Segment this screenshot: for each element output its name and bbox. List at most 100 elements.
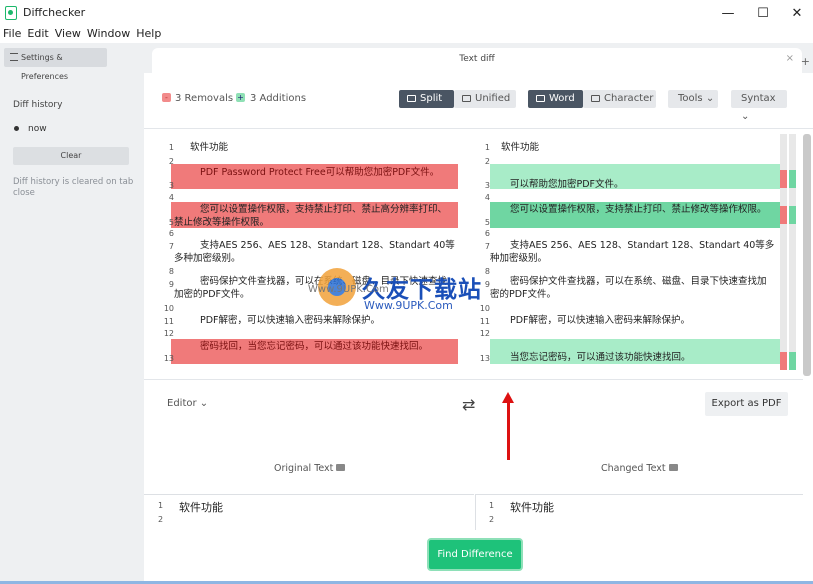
- line-number: 13: [479, 354, 490, 363]
- word-icon: [536, 94, 545, 102]
- removal-minus-icon: -: [162, 93, 171, 102]
- line-number: 6: [168, 229, 174, 238]
- additions-count: 3 Additions: [250, 93, 307, 104]
- export-pdf-button[interactable]: Export as PDF: [705, 392, 788, 416]
- unified-label: Unified: [475, 93, 511, 104]
- editor-dropdown[interactable]: Editor ⌄: [167, 398, 208, 409]
- vertical-scrollbar[interactable]: [803, 134, 811, 376]
- line-number: 8: [168, 267, 174, 276]
- minimize-button[interactable]: —: [711, 0, 745, 27]
- right-line: 支持AES 256、AES 128、Standart 128、Standart …: [490, 240, 775, 264]
- unified-view-button[interactable]: Unified: [454, 90, 516, 108]
- new-tab-button[interactable]: +: [801, 55, 810, 68]
- maximize-button[interactable]: ☐: [746, 0, 780, 27]
- line-number: 12: [163, 329, 174, 338]
- right-minimap[interactable]: [789, 134, 796, 370]
- left-line: 支持AES 256、AES 128、Standart 128、Standart …: [174, 240, 455, 264]
- chevron-down-icon: ⌄: [199, 398, 209, 409]
- settings-preferences-label: Settings & Preferences: [21, 53, 69, 81]
- tab-strip: Text diff × +: [144, 43, 813, 73]
- tab-title: Text diff: [459, 54, 495, 64]
- split-label: Split: [420, 93, 443, 104]
- left-line: 密码找回，当您忘记密码，可以通过该功能快速找回。: [200, 341, 429, 352]
- menu-edit[interactable]: Edit: [24, 27, 51, 41]
- split-icon: [407, 94, 416, 102]
- sliders-icon: [10, 53, 18, 61]
- line-number: 1: [168, 143, 174, 152]
- line-number: 12: [479, 329, 490, 338]
- original-text-label-text: Original Text: [274, 463, 334, 474]
- diff-history-heading: Diff history: [13, 100, 63, 110]
- left-minimap[interactable]: [780, 134, 787, 370]
- history-item-now[interactable]: now: [28, 124, 47, 134]
- line-number: 1: [484, 143, 490, 152]
- title-bar: Diffchecker — ☐ ✕: [0, 0, 813, 27]
- word-mode-button[interactable]: Word: [528, 90, 583, 108]
- addition-plus-icon: +: [236, 93, 245, 102]
- line-number: 7: [484, 242, 490, 251]
- watermark-url-small: Www.9UPK.Com: [308, 284, 389, 295]
- diff-result-pane: 1 软件功能 2 3 PDF Password Protect Free可以帮助…: [144, 128, 813, 379]
- line-number: 11: [163, 317, 174, 326]
- find-difference-button[interactable]: Find Difference: [427, 538, 523, 571]
- chevron-down-icon: ⌄: [741, 111, 750, 122]
- clear-history-button[interactable]: Clear: [13, 147, 129, 165]
- removals-count: 3 Removals: [175, 93, 234, 104]
- tools-dropdown[interactable]: Tools ⌄: [668, 90, 718, 108]
- character-mode-button[interactable]: Character: [583, 90, 656, 108]
- left-line: 软件功能: [190, 142, 229, 153]
- syntax-dropdown[interactable]: Syntax ⌄: [731, 90, 787, 122]
- editor-area: Editor ⌄ ⇄ Export as PDF Original Text C…: [144, 379, 803, 584]
- menu-help[interactable]: Help: [133, 27, 164, 41]
- watermark-url: Www.9UPK.Com: [364, 299, 453, 312]
- window-title: Diffchecker: [23, 6, 86, 19]
- word-label: Word: [549, 93, 575, 104]
- split-view-button[interactable]: Split: [399, 90, 454, 108]
- menu-view[interactable]: View: [52, 27, 84, 41]
- line-number: 4: [484, 193, 490, 202]
- original-text-editor[interactable]: 1 2 软件功能: [144, 494, 474, 530]
- right-line: 可以帮助您加密PDF文件。: [510, 179, 624, 190]
- right-line: PDF解密，可以快速输入密码来解除保护。: [510, 315, 691, 326]
- tab-text-diff[interactable]: Text diff ×: [152, 48, 802, 73]
- line-number: 10: [163, 304, 174, 313]
- character-icon: [591, 94, 600, 102]
- history-radio-icon[interactable]: [14, 126, 19, 131]
- diffchecker-logo-icon: [5, 6, 17, 20]
- original-text-label: Original Text: [274, 463, 346, 474]
- menu-window[interactable]: Window: [84, 27, 133, 41]
- right-line: 当您忘记密码，可以通过该功能快速找回。: [510, 352, 691, 363]
- annotation-arrow-head: [502, 392, 514, 403]
- line-number: 3: [484, 181, 490, 190]
- changed-text-label: Changed Text: [601, 463, 678, 474]
- original-line: 软件功能: [179, 501, 223, 514]
- syntax-label: Syntax: [741, 93, 776, 104]
- changed-text-label-text: Changed Text: [601, 463, 666, 474]
- folder-icon[interactable]: [336, 464, 346, 471]
- left-line: PDF Password Protect Free可以帮助您加密PDF文件。: [200, 167, 440, 178]
- line-number: 9: [168, 280, 174, 289]
- right-line: 您可以设置操作权限，支持禁止打印、禁止修改等操作权限。: [510, 204, 767, 215]
- tab-close-icon[interactable]: ×: [786, 53, 794, 64]
- line-number: 2: [484, 157, 490, 166]
- line-number: 13: [163, 354, 174, 363]
- right-line: 软件功能: [501, 142, 540, 153]
- watermark: 久友下载站 Www.9UPK.Com Www.9UPK.Com: [308, 268, 518, 323]
- line-number: 3: [168, 181, 174, 190]
- tools-label: Tools: [678, 93, 703, 104]
- sidebar: Settings & Preferences Diff history now …: [0, 43, 144, 584]
- close-button[interactable]: ✕: [780, 0, 813, 27]
- line-number: 4: [168, 193, 174, 202]
- folder-icon[interactable]: [668, 464, 678, 471]
- annotation-arrow: [507, 400, 510, 460]
- changed-text-editor[interactable]: 1 2 软件功能: [475, 494, 803, 530]
- line-number: 5: [484, 218, 490, 227]
- swap-icon[interactable]: ⇄: [462, 395, 475, 414]
- menu-bar: File Edit View Window Help: [0, 27, 813, 43]
- line-number: 6: [484, 229, 490, 238]
- line-number: 7: [168, 242, 174, 251]
- menu-file[interactable]: File: [0, 27, 24, 41]
- settings-preferences-button[interactable]: Settings & Preferences: [4, 48, 107, 81]
- unified-icon: [462, 94, 471, 102]
- character-label: Character: [604, 93, 654, 104]
